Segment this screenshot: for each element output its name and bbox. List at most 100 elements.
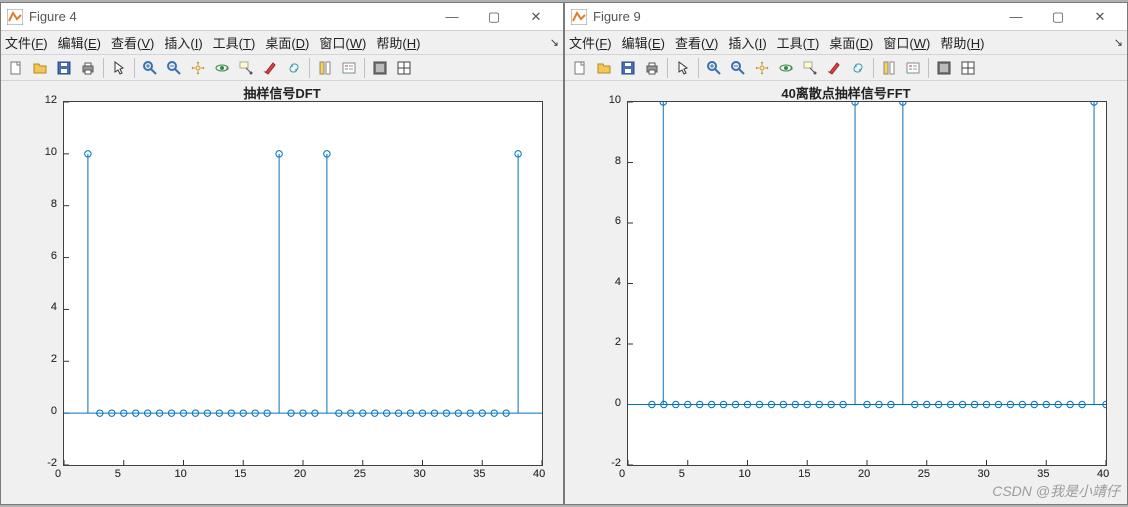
plot-title: 抽样信号DFT	[1, 83, 563, 102]
x-tick-label: 10	[739, 468, 751, 480]
menubar-overflow-icon[interactable]: ↘	[1114, 36, 1123, 49]
menubar-overflow-icon[interactable]: ↘	[550, 36, 559, 49]
layout-icon[interactable]	[393, 57, 415, 79]
plot-title: 40离散点抽样信号FFT	[565, 83, 1127, 102]
data-cursor-icon[interactable]	[799, 57, 821, 79]
print-icon[interactable]	[641, 57, 663, 79]
figure-window-9: Figure 9 — ▢ ✕ 文件(F) 编辑(E) 查看(V) 插入(I) 工具(T)…	[564, 2, 1128, 505]
close-button[interactable]: ✕	[1079, 3, 1121, 31]
legend-icon[interactable]	[902, 57, 924, 79]
pan-icon[interactable]	[751, 57, 773, 79]
figure-window-4: Figure 4 — ▢ ✕ 文件(F) 编辑(E) 查看(V) 插入(I) 工具(T)…	[0, 2, 564, 505]
zoom-out-icon[interactable]	[163, 57, 185, 79]
open-file-icon[interactable]	[593, 57, 615, 79]
save-icon[interactable]	[53, 57, 75, 79]
watermark: CSDN @我是小靖仔	[992, 481, 1120, 501]
minimize-button[interactable]: —	[995, 3, 1037, 31]
menu-item[interactable]: 插入(I)	[164, 33, 202, 52]
brush-icon[interactable]	[823, 57, 845, 79]
menu-item[interactable]: 桌面(D)	[265, 33, 309, 52]
x-tick-label: 5	[115, 468, 121, 480]
y-tick-label: -2	[611, 457, 621, 469]
print-icon[interactable]	[77, 57, 99, 79]
new-file-icon[interactable]	[5, 57, 27, 79]
brush-icon[interactable]	[259, 57, 281, 79]
toolbar-separator	[698, 58, 699, 78]
y-tick-label: 4	[615, 276, 621, 288]
x-tick-label: 40	[1097, 468, 1109, 480]
axes[interactable]	[627, 101, 1107, 466]
y-tick-label: 6	[51, 250, 57, 262]
menu-item[interactable]: 查看(V)	[675, 33, 718, 52]
colorbar-icon[interactable]	[878, 57, 900, 79]
open-file-icon[interactable]	[29, 57, 51, 79]
x-tick-label: 20	[858, 468, 870, 480]
x-tick-label: 0	[619, 468, 625, 480]
y-tick-label: 0	[615, 397, 621, 409]
menu-item[interactable]: 帮助(H)	[940, 33, 984, 52]
zoom-in-icon[interactable]	[703, 57, 725, 79]
zoom-out-icon[interactable]	[727, 57, 749, 79]
x-tick-label: 30	[414, 468, 426, 480]
menu-item[interactable]: 帮助(H)	[376, 33, 420, 52]
y-tick-label: -2	[47, 457, 57, 469]
data-cursor-icon[interactable]	[235, 57, 257, 79]
colorbar-icon[interactable]	[314, 57, 336, 79]
maximize-button[interactable]: ▢	[473, 3, 515, 31]
maximize-button[interactable]: ▢	[1037, 3, 1079, 31]
zoom-in-icon[interactable]	[139, 57, 161, 79]
dock-icon[interactable]	[369, 57, 391, 79]
window-title: Figure 4	[29, 9, 77, 24]
layout-icon[interactable]	[957, 57, 979, 79]
x-tick-label: 30	[978, 468, 990, 480]
menu-item[interactable]: 插入(I)	[728, 33, 766, 52]
toolbar-separator	[134, 58, 135, 78]
pan-icon[interactable]	[187, 57, 209, 79]
minimize-button[interactable]: —	[431, 3, 473, 31]
menu-item[interactable]: 编辑(E)	[58, 33, 101, 52]
menu-item[interactable]: 桌面(D)	[829, 33, 873, 52]
y-tick-label: 10	[45, 146, 57, 158]
close-button[interactable]: ✕	[515, 3, 557, 31]
x-tick-label: 5	[679, 468, 685, 480]
toolbar	[565, 55, 1127, 81]
save-icon[interactable]	[617, 57, 639, 79]
toolbar-separator	[364, 58, 365, 78]
link-plot-icon[interactable]	[847, 57, 869, 79]
toolbar-separator	[667, 58, 668, 78]
menubar: 文件(F) 编辑(E) 查看(V) 插入(I) 工具(T) 桌面(D) 窗口(W) 帮助(H)…	[1, 31, 563, 55]
menu-item[interactable]: 文件(F)	[5, 33, 48, 52]
titlebar[interactable]: Figure 9 — ▢ ✕	[565, 3, 1127, 31]
x-tick-label: 20	[294, 468, 306, 480]
y-tick-label: 2	[615, 336, 621, 348]
y-tick-label: 12	[45, 94, 57, 106]
menubar: 文件(F) 编辑(E) 查看(V) 插入(I) 工具(T) 桌面(D) 窗口(W) 帮助(H)…	[565, 31, 1127, 55]
menu-item[interactable]: 查看(V)	[111, 33, 154, 52]
menu-item[interactable]: 编辑(E)	[622, 33, 665, 52]
rotate3d-icon[interactable]	[211, 57, 233, 79]
y-tick-label: 6	[615, 215, 621, 227]
titlebar[interactable]: Figure 4 — ▢ ✕	[1, 3, 563, 31]
pointer-icon[interactable]	[672, 57, 694, 79]
toolbar-separator	[103, 58, 104, 78]
x-tick-label: 25	[354, 468, 366, 480]
toolbar	[1, 55, 563, 81]
y-tick-label: 8	[51, 198, 57, 210]
pointer-icon[interactable]	[108, 57, 130, 79]
window-title: Figure 9	[593, 9, 641, 24]
rotate3d-icon[interactable]	[775, 57, 797, 79]
new-file-icon[interactable]	[569, 57, 591, 79]
link-plot-icon[interactable]	[283, 57, 305, 79]
menu-item[interactable]: 文件(F)	[569, 33, 612, 52]
menu-item[interactable]: 工具(T)	[213, 33, 256, 52]
menu-item[interactable]: 窗口(W)	[883, 33, 930, 52]
axes[interactable]	[63, 101, 543, 466]
y-tick-label: 10	[609, 94, 621, 106]
dock-icon[interactable]	[933, 57, 955, 79]
toolbar-separator	[928, 58, 929, 78]
menu-item[interactable]: 窗口(W)	[319, 33, 366, 52]
menu-item[interactable]: 工具(T)	[777, 33, 820, 52]
toolbar-separator	[873, 58, 874, 78]
legend-icon[interactable]	[338, 57, 360, 79]
x-tick-label: 40	[533, 468, 545, 480]
